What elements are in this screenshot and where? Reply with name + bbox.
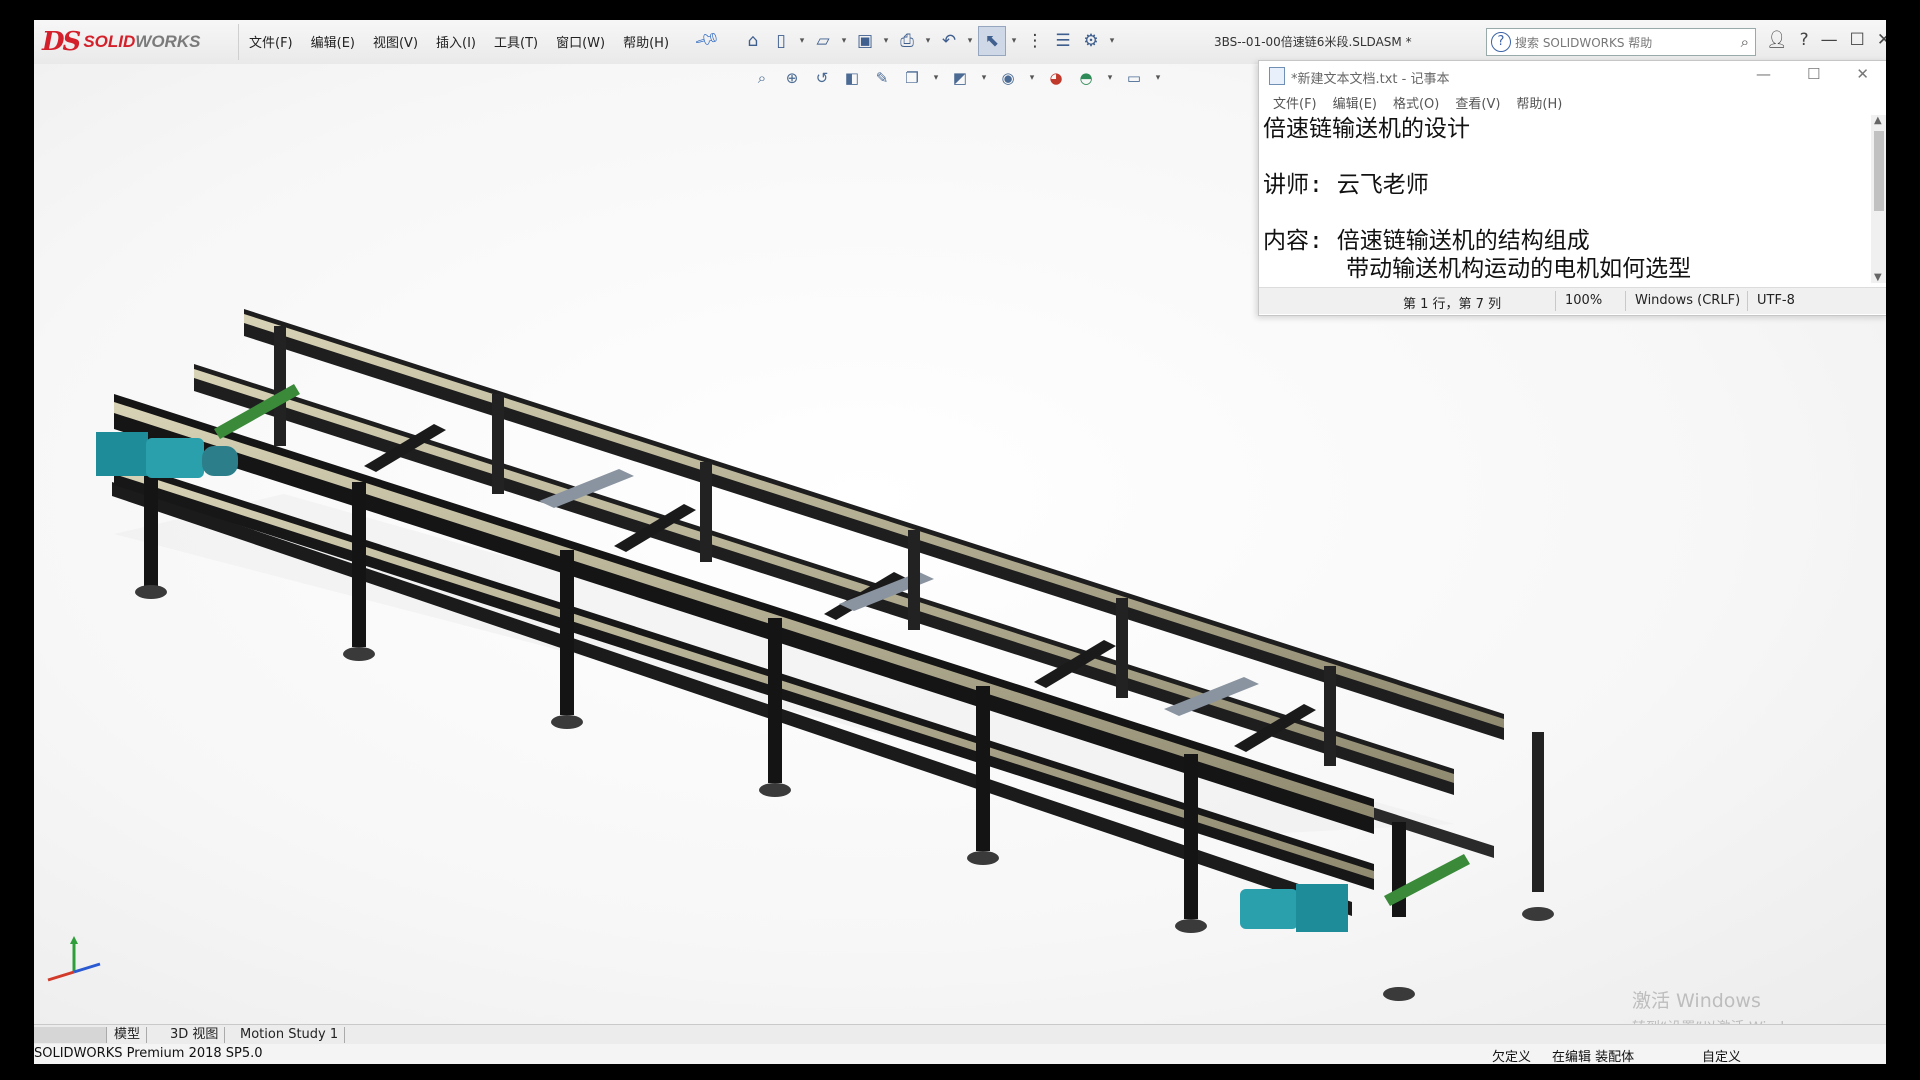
tab-model[interactable]: 模型 bbox=[108, 1027, 148, 1043]
help-search-input[interactable]: ? 搜索 SOLIDWORKS 帮助 ⌕ bbox=[1486, 28, 1756, 56]
display-style-dropdown[interactable]: ▾ bbox=[978, 73, 990, 83]
title-bar: DS SOLIDWORKS 文件(F) 编辑(E) 视图(V) 插入(I) 工具… bbox=[34, 20, 1886, 65]
options-dropdown[interactable]: ▾ bbox=[1106, 36, 1118, 46]
np-menu-view[interactable]: 查看(V) bbox=[1447, 93, 1508, 112]
open-icon[interactable]: ▱ bbox=[810, 27, 836, 55]
zoom-area-icon[interactable]: ⊕ bbox=[780, 66, 804, 90]
status-divider bbox=[1625, 291, 1626, 311]
minimize-icon[interactable]: — bbox=[1821, 30, 1838, 50]
cursor-position: 第 1 行，第 7 列 bbox=[1403, 297, 1502, 312]
notepad-icon bbox=[1269, 67, 1285, 85]
notepad-maximize-icon[interactable]: ☐ bbox=[1807, 65, 1820, 83]
np-menu-edit[interactable]: 编辑(E) bbox=[1325, 93, 1385, 112]
view-orientation-dropdown[interactable]: ▾ bbox=[930, 73, 942, 83]
np-menu-help[interactable]: 帮助(H) bbox=[1508, 93, 1570, 112]
notepad-title: *新建文本文档.txt - 记事本 bbox=[1291, 72, 1450, 87]
notepad-status-bar: 第 1 行，第 7 列 100% Windows (CRLF) UTF-8 bbox=[1259, 287, 1886, 314]
print-icon[interactable]: ⎙ bbox=[894, 27, 920, 55]
heads-up-view-toolbar: ⌕ ⊕ ↺ ◧ ✎ ❐ ▾ ◩ ▾ ◉ ▾ ◕ ◓ ▾ ▭ ▾ bbox=[750, 66, 1164, 90]
menu-help[interactable]: 帮助(H) bbox=[614, 32, 678, 51]
save-dropdown[interactable]: ▾ bbox=[880, 36, 892, 46]
close-icon[interactable]: ✕ bbox=[1877, 30, 1886, 50]
view-settings-dropdown[interactable]: ▾ bbox=[1152, 73, 1164, 83]
notepad-close-icon[interactable]: ✕ bbox=[1856, 65, 1869, 83]
menu-window[interactable]: 窗口(W) bbox=[547, 32, 614, 51]
previous-view-icon[interactable]: ↺ bbox=[810, 66, 834, 90]
save-icon[interactable]: ▣ bbox=[852, 27, 878, 55]
gear-icon[interactable]: ⚙ bbox=[1078, 27, 1104, 55]
np-menu-format[interactable]: 格式(O) bbox=[1385, 93, 1447, 112]
status-bar: SOLIDWORKS Premium 2018 SP5.0 欠定义 在编辑 装配… bbox=[34, 1044, 1886, 1064]
select-dropdown[interactable]: ▾ bbox=[1008, 36, 1020, 46]
scene-icon[interactable]: ◓ bbox=[1074, 66, 1098, 90]
view-settings-icon[interactable]: ▭ bbox=[1122, 66, 1146, 90]
scroll-down-icon[interactable]: ▼ bbox=[1874, 272, 1882, 283]
menu-file[interactable]: 文件(F) bbox=[240, 32, 302, 51]
hide-show-icon[interactable]: ◉ bbox=[996, 66, 1020, 90]
zoom-level: 100% bbox=[1565, 293, 1603, 308]
options-list-icon[interactable]: ☰ bbox=[1050, 27, 1076, 55]
open-dropdown[interactable]: ▾ bbox=[838, 36, 850, 46]
search-placeholder: 搜索 SOLIDWORKS 帮助 bbox=[1515, 35, 1653, 50]
print-dropdown[interactable]: ▾ bbox=[922, 36, 934, 46]
menu-edit[interactable]: 编辑(E) bbox=[302, 32, 364, 51]
status-divider bbox=[1747, 291, 1748, 311]
tab-motion-study[interactable]: Motion Study 1 bbox=[234, 1027, 346, 1043]
activate-line1: 激活 Windows bbox=[1632, 990, 1761, 1012]
help-question-icon[interactable]: ? bbox=[1800, 30, 1809, 50]
section-view-icon[interactable]: ◧ bbox=[840, 66, 864, 90]
document-title: 3BS--01-00倍速链6米段.SLDASM * bbox=[1214, 35, 1412, 49]
standard-toolbar: ⌂ ▯ ▾ ▱ ▾ ▣ ▾ ⎙ ▾ ↶ ▾ ⬉ ▾ ⋮ ☰ ⚙ ▾ bbox=[740, 26, 1118, 56]
notepad-text-area[interactable]: 倍速链输送机的设计 讲师: 云飞老师 内容: 倍速链输送机的结构组成 带动输送机… bbox=[1263, 115, 1867, 283]
appearance-icon[interactable]: ◕ bbox=[1044, 66, 1068, 90]
menu-tools[interactable]: 工具(T) bbox=[485, 32, 547, 51]
logo-text: SOLIDWORKS bbox=[83, 32, 201, 51]
status-custom[interactable]: 自定义 bbox=[1702, 1046, 1741, 1064]
notepad-window[interactable]: *新建文本文档.txt - 记事本 — ☐ ✕ 文件(F) 编辑(E) 格式(O… bbox=[1258, 60, 1886, 316]
axis-triad-icon bbox=[47, 936, 101, 982]
hide-show-dropdown[interactable]: ▾ bbox=[1026, 73, 1038, 83]
scroll-up-icon[interactable]: ▲ bbox=[1874, 115, 1882, 126]
traffic-light-icon[interactable]: ⋮ bbox=[1022, 27, 1048, 55]
notepad-scrollbar[interactable]: ▲ ▼ bbox=[1871, 115, 1886, 283]
menu-view[interactable]: 视图(V) bbox=[364, 32, 427, 51]
product-version: SOLIDWORKS Premium 2018 SP5.0 bbox=[34, 1046, 263, 1061]
select-icon[interactable]: ⬉ bbox=[978, 26, 1006, 56]
ds-logo-mark: DS bbox=[42, 27, 81, 57]
status-divider bbox=[1555, 291, 1556, 311]
tab-scroll-handle[interactable] bbox=[34, 1027, 107, 1043]
search-icon[interactable]: ⌕ bbox=[1741, 33, 1749, 51]
solidworks-window: DS SOLIDWORKS 文件(F) 编辑(E) 视图(V) 插入(I) 工具… bbox=[34, 20, 1886, 1064]
status-editing: 在编辑 装配体 bbox=[1552, 1050, 1635, 1064]
new-document-icon[interactable]: ▯ bbox=[768, 27, 794, 55]
tab-3d-view[interactable]: 3D 视图 bbox=[164, 1027, 226, 1043]
window-controls: 👤︎ ? — ☐ ✕ bbox=[1766, 30, 1886, 50]
user-icon[interactable]: 👤︎ bbox=[1766, 30, 1788, 50]
status-undefined: 欠定义 bbox=[1492, 1050, 1532, 1064]
main-menu: 文件(F) 编辑(E) 视图(V) 插入(I) 工具(T) 窗口(W) 帮助(H… bbox=[240, 32, 678, 51]
encoding: UTF-8 bbox=[1757, 293, 1795, 308]
home-icon[interactable]: ⌂ bbox=[740, 27, 766, 55]
help-icon: ? bbox=[1491, 32, 1511, 52]
maximize-icon[interactable]: ☐ bbox=[1850, 30, 1865, 50]
zoom-fit-icon[interactable]: ⌕ bbox=[750, 66, 774, 90]
menu-insert[interactable]: 插入(I) bbox=[427, 32, 485, 51]
dynamic-annotation-icon[interactable]: ✎ bbox=[870, 66, 894, 90]
notepad-window-controls: — ☐ ✕ bbox=[1756, 65, 1869, 83]
pin-menu-icon[interactable]: 📌︎ bbox=[692, 26, 721, 54]
np-menu-file[interactable]: 文件(F) bbox=[1265, 93, 1325, 112]
notepad-menu: 文件(F) 编辑(E) 格式(O) 查看(V) 帮助(H) bbox=[1265, 93, 1570, 112]
scroll-thumb[interactable] bbox=[1874, 131, 1884, 211]
undo-icon[interactable]: ↶ bbox=[936, 27, 962, 55]
display-style-icon[interactable]: ◩ bbox=[948, 66, 972, 90]
solidworks-logo[interactable]: DS SOLIDWORKS bbox=[42, 24, 239, 60]
bottom-tab-bar: 模型 3D 视图 Motion Study 1 bbox=[34, 1024, 1886, 1045]
view-orientation-icon[interactable]: ❐ bbox=[900, 66, 924, 90]
notepad-title-bar[interactable]: *新建文本文档.txt - 记事本 — ☐ ✕ bbox=[1259, 61, 1886, 89]
notepad-minimize-icon[interactable]: — bbox=[1756, 65, 1771, 83]
new-dropdown[interactable]: ▾ bbox=[796, 36, 808, 46]
line-ending: Windows (CRLF) bbox=[1635, 293, 1741, 308]
scene-dropdown[interactable]: ▾ bbox=[1104, 73, 1116, 83]
undo-dropdown[interactable]: ▾ bbox=[964, 36, 976, 46]
